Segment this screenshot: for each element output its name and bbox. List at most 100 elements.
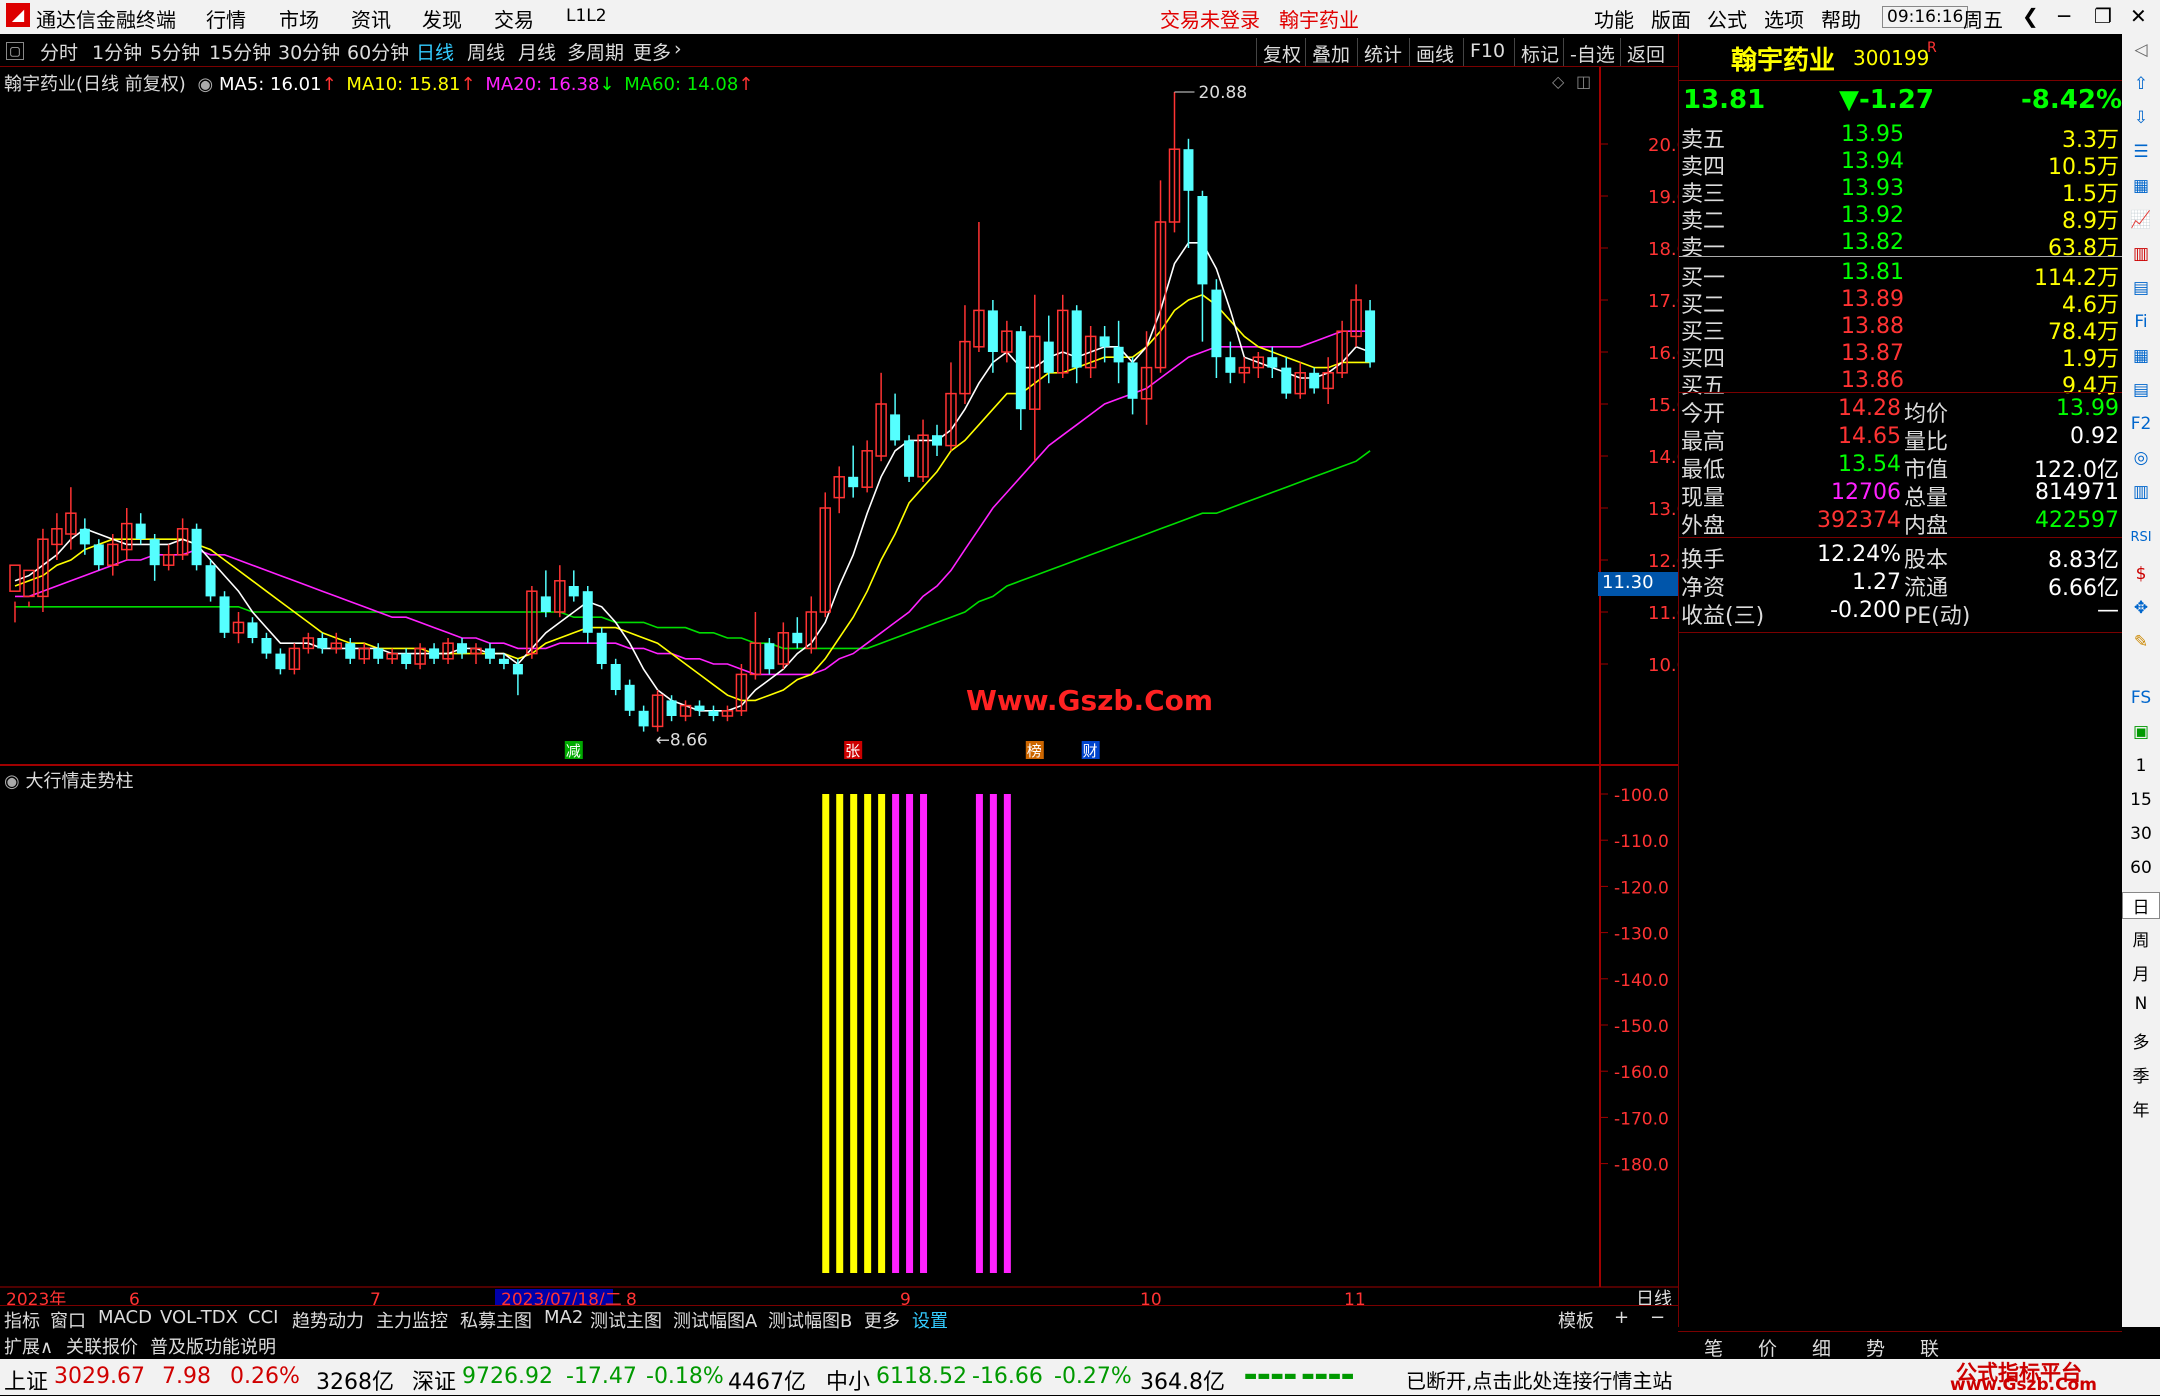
- bars-icon[interactable]: ▥: [2122, 482, 2160, 502]
- period-30[interactable]: 30: [2122, 824, 2160, 844]
- period-year[interactable]: 年: [2122, 1096, 2160, 1121]
- period-week[interactable]: 周: [2122, 926, 2160, 951]
- tab-test-sub-b[interactable]: 测试幅图B: [768, 1307, 852, 1333]
- document-icon[interactable]: ▤: [2122, 380, 2160, 400]
- expand-icon[interactable]: ▢: [6, 42, 24, 60]
- fs-icon[interactable]: FS: [2122, 688, 2160, 708]
- menu-item-quotes[interactable]: 行情: [206, 4, 246, 33]
- tab-private-main[interactable]: 私募主图: [460, 1307, 532, 1333]
- menu-item-function[interactable]: 功能: [1594, 4, 1634, 33]
- close-icon[interactable]: ✕: [2130, 4, 2147, 28]
- related-quotes-tab[interactable]: 关联报价: [66, 1333, 138, 1359]
- ask-row[interactable]: 卖三 13.93 1.5万: [1679, 176, 2123, 207]
- tab-more[interactable]: 更多: [633, 38, 671, 65]
- stat-row[interactable]: 最低 13.54 市值 122.0亿: [1679, 452, 2123, 483]
- tab-multi-period[interactable]: 多周期: [567, 38, 624, 65]
- ask-row[interactable]: 卖五 13.95 3.3万: [1679, 122, 2123, 153]
- report-icon[interactable]: ▤: [2122, 278, 2160, 298]
- stat-row[interactable]: 最高 14.65 量比 0.92: [1679, 424, 2123, 455]
- tab-vol-tdx[interactable]: VOL-TDX: [160, 1307, 238, 1328]
- kline-icon[interactable]: ▥: [2122, 244, 2160, 264]
- back-button[interactable]: 返回: [1620, 38, 1671, 66]
- draw-line-button[interactable]: 画线: [1409, 38, 1460, 66]
- period-1[interactable]: 1: [2122, 756, 2160, 776]
- circle-icon[interactable]: ◎: [2122, 448, 2160, 468]
- menu-item-news[interactable]: 资讯: [351, 4, 391, 33]
- trade-login-notice[interactable]: 交易未登录: [1160, 4, 1260, 33]
- collapse-arrow-icon[interactable]: ◁: [2122, 40, 2160, 60]
- restore-icon[interactable]: ❐: [2094, 4, 2112, 28]
- menu-item-l1l2[interactable]: L1L2: [566, 6, 607, 26]
- tab-monthly[interactable]: 月线: [518, 38, 556, 65]
- fin-icon[interactable]: Fi: [2122, 312, 2160, 332]
- f2-icon[interactable]: F2: [2122, 414, 2160, 434]
- tab-weekly[interactable]: 周线: [467, 38, 505, 65]
- statistics-button[interactable]: 统计: [1357, 38, 1408, 66]
- bid-row[interactable]: 买五 13.86 9.4万: [1679, 368, 2123, 399]
- tab-1min[interactable]: 1分钟: [92, 38, 142, 65]
- menu-item-discover[interactable]: 发现: [422, 4, 462, 33]
- menu-item-trade[interactable]: 交易: [494, 4, 534, 33]
- connection-status[interactable]: 已断开,点击此处连接行情主站: [1406, 1365, 1672, 1394]
- minimize-icon[interactable]: ─: [2058, 4, 2070, 28]
- menu-item-market[interactable]: 市场: [279, 4, 319, 33]
- tab-test-main[interactable]: 测试主图: [590, 1307, 662, 1333]
- bid-row[interactable]: 买一 13.81 114.2万: [1679, 260, 2123, 291]
- menu-item-formula[interactable]: 公式: [1707, 4, 1747, 33]
- menu-item-options[interactable]: 选项: [1764, 4, 1804, 33]
- down-arrow-icon[interactable]: ⇩: [2122, 108, 2160, 128]
- grid-icon[interactable]: ▦: [2122, 176, 2160, 196]
- plus-icon[interactable]: +: [1614, 1307, 1629, 1328]
- expand-button[interactable]: 扩展∧: [4, 1333, 53, 1359]
- up-arrow-icon[interactable]: ⇧: [2122, 74, 2160, 94]
- period-multi[interactable]: 多: [2122, 1028, 2160, 1053]
- bid-row[interactable]: 买二 13.89 4.6万: [1679, 287, 2123, 318]
- line-chart-icon[interactable]: 📈: [2122, 210, 2160, 230]
- tab-main-monitor[interactable]: 主力监控: [376, 1307, 448, 1333]
- back-arrow-icon[interactable]: ❮: [2022, 4, 2039, 28]
- tab-15min[interactable]: 15分钟: [209, 38, 271, 65]
- tab-indicator[interactable]: 指标: [4, 1307, 40, 1333]
- tab-price[interactable]: 价: [1758, 1334, 1777, 1361]
- tab-test-sub-a[interactable]: 测试幅图A: [673, 1307, 757, 1333]
- ma-settings-icon[interactable]: ◉: [198, 74, 214, 95]
- feature-help-tab[interactable]: 普及版功能说明: [150, 1333, 276, 1359]
- tab-5min[interactable]: 5分钟: [150, 38, 200, 65]
- tab-link[interactable]: 联: [1920, 1334, 1939, 1361]
- stat-row[interactable]: 收益(三) -0.200 PE(动) —: [1679, 598, 2123, 629]
- move-icon[interactable]: ✥: [2122, 598, 2160, 618]
- menu-item-help[interactable]: 帮助: [1821, 4, 1861, 33]
- restore-rights-button[interactable]: 复权: [1256, 38, 1307, 66]
- image-icon[interactable]: ▣: [2122, 722, 2160, 742]
- tab-60min[interactable]: 60分钟: [347, 38, 409, 65]
- mark-button[interactable]: 标记: [1514, 38, 1565, 66]
- ask-row[interactable]: 卖四 13.94 10.5万: [1679, 149, 2123, 180]
- period-month[interactable]: 月: [2122, 960, 2160, 985]
- tab-cci[interactable]: CCI: [248, 1307, 278, 1328]
- minus-icon[interactable]: −: [1650, 1307, 1665, 1328]
- remove-watchlist-button[interactable]: -自选: [1563, 38, 1621, 66]
- rsi-icon[interactable]: RSI: [2122, 530, 2160, 545]
- pencil-icon[interactable]: ✎: [2122, 632, 2160, 652]
- tab-detail[interactable]: 细: [1812, 1334, 1831, 1361]
- stat-row[interactable]: 外盘 392374 内盘 422597: [1679, 508, 2123, 539]
- status-bar[interactable]: 上证 3029.67 7.98 0.26% 3268亿 深证 9726.92 -…: [0, 1359, 2160, 1395]
- bid-row[interactable]: 买三 13.88 78.4万: [1679, 314, 2123, 345]
- bid-row[interactable]: 买四 13.87 1.9万: [1679, 341, 2123, 372]
- panel-toggle-icon[interactable]: ◫: [1576, 72, 1591, 91]
- kline-chart[interactable]: 20.00 19.00 18.00 17.00 16.00 15.00 14.00 13.00…: [0, 67, 1678, 1305]
- template-button[interactable]: 模板: [1558, 1307, 1594, 1333]
- period-60[interactable]: 60: [2122, 858, 2160, 878]
- overlay-button[interactable]: 叠加: [1305, 38, 1356, 66]
- tab-window[interactable]: 窗口: [50, 1307, 86, 1333]
- tab-ticks[interactable]: 笔: [1704, 1334, 1723, 1361]
- tab-daily[interactable]: 日线: [416, 38, 454, 65]
- f10-button[interactable]: F10: [1463, 38, 1511, 66]
- chevron-right-icon[interactable]: ›: [674, 38, 682, 60]
- stat-row[interactable]: 换手 12.24% 股本 8.83亿: [1679, 542, 2123, 573]
- tab-trend-power[interactable]: 趋势动力: [292, 1307, 364, 1333]
- indicator-settings-icon[interactable]: ◉: [4, 771, 20, 792]
- tab-more-indicators[interactable]: 更多: [864, 1307, 900, 1333]
- stat-row[interactable]: 今开 14.28 均价 13.99: [1679, 396, 2123, 427]
- period-season[interactable]: 季: [2122, 1062, 2160, 1087]
